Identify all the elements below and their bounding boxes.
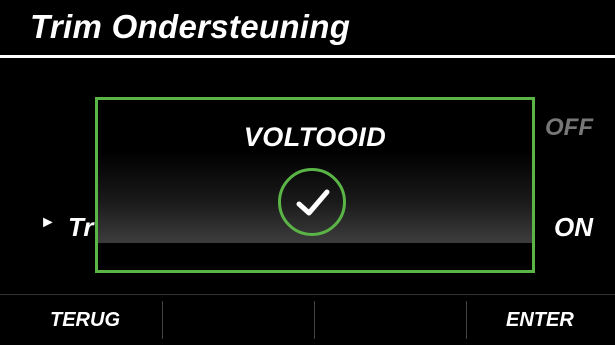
softkey-divider xyxy=(162,301,163,339)
page-title: Trim Ondersteuning xyxy=(30,8,351,45)
softkey-bar: TERUG ENTER xyxy=(0,294,615,345)
list-item-label: Tr xyxy=(68,212,94,242)
list-item-value[interactable]: ON xyxy=(554,212,593,243)
softkey-divider xyxy=(466,301,467,339)
option-off-label[interactable]: OFF xyxy=(545,114,593,142)
selection-arrow-icon: ► xyxy=(40,214,56,231)
back-button[interactable]: TERUG xyxy=(50,309,120,332)
softkey-divider xyxy=(314,301,315,339)
dialog-title: VOLTOOID xyxy=(243,122,387,152)
completion-dialog: VOLTOOID xyxy=(95,97,535,273)
checkmark-icon xyxy=(278,168,346,236)
header-bar: Trim Ondersteuning xyxy=(0,0,615,58)
enter-button[interactable]: ENTER xyxy=(506,309,574,332)
